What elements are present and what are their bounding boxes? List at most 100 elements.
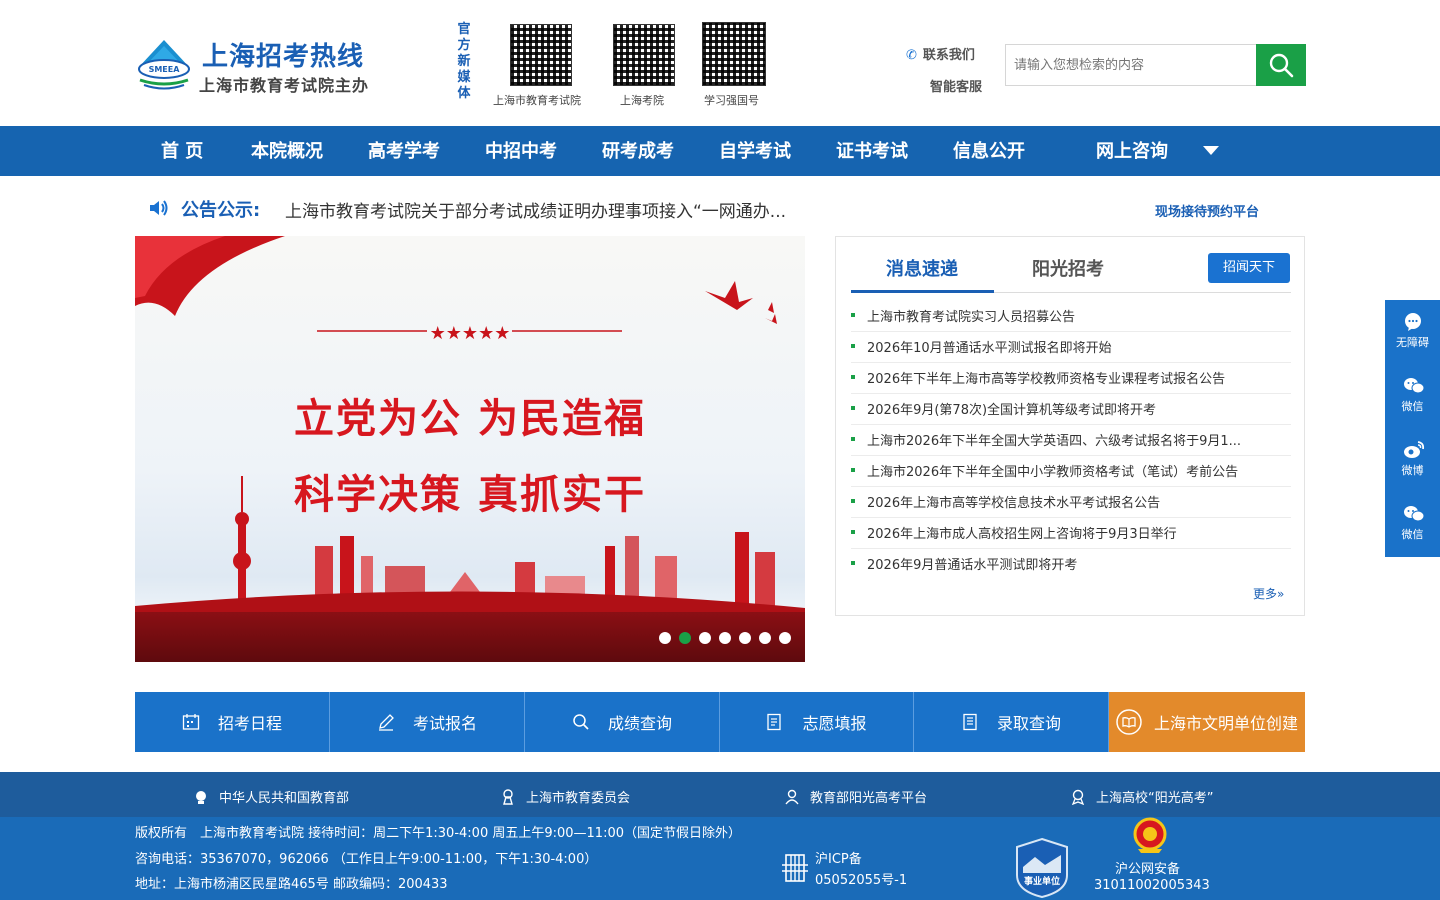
news-headlines-button[interactable]: 招闻天下 [1208,253,1290,283]
nav-item-info[interactable]: 信息公开 [953,126,1025,176]
sidebar-item-wechat[interactable]: 微信 [1385,364,1440,428]
news-item-title: 上海市教育考试院实习人员招募公告 [867,310,1076,325]
nav-item-certificate[interactable]: 证书考试 [836,126,908,176]
tab-sunshine[interactable]: 阳光招考 [1032,255,1104,281]
carousel-dot[interactable] [659,632,671,644]
news-more-link[interactable]: 更多» [1253,585,1284,602]
sidebar-item-weibo[interactable]: 微博 [1385,428,1440,492]
news-item-title: 2026年下半年上海市高等学校教师资格专业课程考试报名公告 [867,372,1226,387]
badge-icon [503,788,513,805]
nav-item-zixue[interactable]: 自学考试 [719,126,791,176]
banner-carousel[interactable]: ★★★★★ 立党为公 为民造福 科学决策 真抓实干 [135,236,805,662]
news-item[interactable]: 2026年下半年上海市高等学校教师资格专业课程考试报名公告 [851,363,1291,394]
sidebar-item-wechat-2[interactable]: 微信 [1385,492,1440,556]
news-item[interactable]: 上海市2026年下半年全国大学英语四、六级考试报名将于9月1... [851,425,1291,456]
user-icon [785,789,799,804]
carousel-dot[interactable] [759,632,771,644]
news-item[interactable]: 上海市教育考试院实习人员招募公告 [851,301,1291,332]
police-number[interactable]: 31011002005343 [1094,878,1210,893]
chat-bubble-icon [1405,313,1421,331]
quick-link-schedule[interactable]: 招考日程 [135,692,330,752]
police-label[interactable]: 沪公网安备 [1115,858,1180,877]
footer-link-shanghai-universities[interactable]: 上海高校“阳光高考” [1070,787,1213,806]
floating-sidebar: 无障碍 微信 微博 微信 [1385,300,1440,557]
quick-links-bar: 招考日程 考试报名 成绩查询 志愿填报 录取查询 上海市文明单位创建 [135,692,1305,752]
notice-label: 公告公示: [181,200,261,221]
carousel-dot[interactable] [699,632,711,644]
document-icon [963,713,977,731]
news-item-title: 2026年上海市成人高校招生网上咨询将于9月3日举行 [867,527,1177,542]
bullet-icon [851,530,855,534]
qrcode-caption: 学习强国号 [704,94,759,107]
appointment-link[interactable]: 现场接待预约平台 [1155,201,1259,220]
tab-news[interactable]: 消息速递 [886,255,958,281]
qrcode-image [702,22,766,86]
site-footer: 版权所有 上海市教育考试院 接待时间：周二下午1:30-4:00 周五上午9:0… [0,817,1440,900]
bullet-icon [851,344,855,348]
nav-item-zhongkao[interactable]: 中招中考 [485,126,557,176]
carousel-dot[interactable] [719,632,731,644]
footer-link-education-commission[interactable]: 上海市教育委员会 [500,787,630,806]
bullet-icon [851,561,855,565]
banner-slogan-2: 科学决策 真抓实干 [294,472,646,518]
book-icon [1116,709,1142,735]
icp-number[interactable]: 05052055号-1 [815,869,907,888]
news-item[interactable]: 2026年上海市成人高校招生网上咨询将于9月3日举行 [851,518,1291,549]
search-icon [1269,53,1294,78]
nav-item-gaokao[interactable]: 高考学考 [368,126,440,176]
carousel-dot[interactable] [779,632,791,644]
news-item[interactable]: 上海市2026年下半年全国中小学教师资格考试（笔试）考前公告 [851,456,1291,487]
footer-link-label: 教育部阳光高考平台 [810,791,928,806]
news-item-title: 2026年10月普通话水平测试报名即将开始 [867,341,1112,356]
sidebar-item-accessibility[interactable]: 无障碍 [1385,300,1440,364]
site-logo-icon[interactable]: SMEEA [136,38,192,90]
carousel-dot[interactable] [739,632,751,644]
quick-link-score[interactable]: 成绩查询 [525,692,720,752]
bullet-icon [851,375,855,379]
quick-link-label: 成绩查询 [607,714,672,733]
quick-link-register[interactable]: 考试报名 [330,692,525,752]
footer-link-label: 上海高校“阳光高考” [1096,791,1214,806]
footer-link-sunshine-platform[interactable]: 教育部阳光高考平台 [784,787,927,806]
institution-badge-icon[interactable]: 事业单位 [1015,837,1069,899]
news-item-title: 2026年上海市高等学校信息技术水平考试报名公告 [867,496,1161,511]
qrcode-image [613,24,675,86]
service-link[interactable]: 智能客服 [930,76,982,95]
search-button[interactable] [1256,44,1306,86]
search-input[interactable] [1005,44,1257,86]
sidebar-label: 微博 [1401,464,1424,477]
site-subtitle: 上海市教育考试院主办 [199,76,370,95]
icp-icon [782,854,808,882]
site-header: SMEEA 上海招考热线 上海市教育考试院主办 官 方 新 媒 体 上海市教育考… [0,0,1440,126]
banner-slogan-1: 立党为公 为民造福 [294,396,646,442]
news-item[interactable]: 2026年10月普通话水平测试报名即将开始 [851,332,1291,363]
wechat-icon [1404,378,1425,394]
quick-link-label: 志愿填报 [802,714,867,733]
news-item-title: 2026年9月普通话水平测试即将开考 [867,558,1078,573]
bullet-icon [851,406,855,410]
nav-dropdown-caret-icon[interactable] [1203,146,1219,155]
news-item[interactable]: 2026年9月(第78次)全国计算机等级考试即将开考 [851,394,1291,425]
quick-link-volunteer[interactable]: 志愿填报 [720,692,914,752]
news-item[interactable]: 2026年上海市高等学校信息技术水平考试报名公告 [851,487,1291,518]
site-title[interactable]: 上海招考热线 [202,36,364,73]
quick-link-admission[interactable]: 录取查询 [914,692,1109,752]
qrcode-image [510,24,572,86]
contact-link[interactable]: ✆ 联系我们 [906,44,975,63]
nav-item-consult[interactable]: 网上咨询 [1096,126,1168,176]
footer-copyright: 版权所有 上海市教育考试院 接待时间：周二下午1:30-4:00 周五上午9:0… [135,826,741,841]
medal-icon [1071,789,1085,805]
nav-item-yankao[interactable]: 研考成考 [602,126,674,176]
bullet-icon [851,468,855,472]
news-item[interactable]: 2026年9月普通话水平测试即将开考 [851,549,1291,580]
icp-label[interactable]: 沪ICP备 [815,848,862,867]
footer-link-moe[interactable]: 中华人民共和国教育部 [193,787,349,806]
badge-text: 事业单位 [1024,875,1060,887]
bullet-icon [851,437,855,441]
nav-item-about[interactable]: 本院概况 [251,126,323,176]
carousel-dot-active[interactable] [679,632,691,644]
nav-item-home[interactable]: 首 页 [161,126,203,176]
footer-links-bar: 中华人民共和国教育部 上海市教育委员会 教育部阳光高考平台 上海高校“阳光高考” [0,772,1440,817]
quick-link-civilization[interactable]: 上海市文明单位创建 [1109,692,1305,752]
notice-text[interactable]: 上海市教育考试院关于部分考试成绩证明办理事项接入“一网通办... [285,197,786,222]
